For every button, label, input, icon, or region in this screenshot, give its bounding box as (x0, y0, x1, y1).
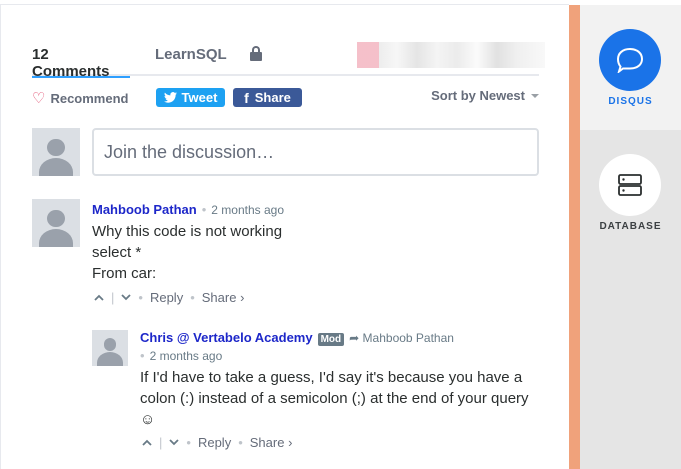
chevron-down-icon (531, 93, 539, 98)
comment-author[interactable]: Chris @ Vertabelo Academy (140, 330, 313, 345)
facebook-icon: f (244, 89, 249, 106)
reply-link[interactable]: Reply (150, 290, 183, 305)
facebook-share-button[interactable]: f Share (233, 88, 302, 107)
recommend-button[interactable]: ♡ Recommend (32, 89, 128, 107)
heart-icon: ♡ (32, 90, 46, 107)
comment-meta: • 2 months ago (140, 348, 223, 363)
comment-footer: | • Reply • Share › (142, 435, 292, 450)
recommend-label: Recommend (50, 90, 129, 106)
sort-label: Sort by Newest (431, 88, 525, 103)
tab-comments[interactable]: 12 Comments (32, 46, 130, 80)
tab-community[interactable]: LearnSQL (155, 46, 227, 63)
comment-header: Mahboob Pathan • 2 months ago (92, 202, 284, 217)
comment-timestamp[interactable]: 2 months ago (150, 349, 223, 363)
comment-footer: | • Reply • Share › (94, 290, 244, 305)
upvote-icon[interactable] (94, 294, 104, 301)
comments-panel: 12 Comments LearnSQL ♡ Recommend Tweet f… (0, 0, 569, 469)
mod-badge: Mod (317, 333, 345, 346)
join-discussion-input[interactable]: Join the discussion… (92, 128, 539, 176)
reply-arrow-icon: ➦ (349, 331, 360, 345)
comment-timestamp[interactable]: 2 months ago (211, 203, 284, 217)
upvote-icon[interactable] (142, 439, 152, 446)
database-icon (599, 154, 661, 216)
reply-to[interactable]: ➦ Mahboob Pathan (349, 331, 454, 345)
disqus-icon (599, 29, 661, 91)
reply-link[interactable]: Reply (198, 435, 231, 450)
sidebar-item-database[interactable]: DATABASE (580, 130, 681, 250)
tweet-label: Tweet (181, 90, 218, 105)
user-avatar-blurred[interactable] (357, 42, 545, 68)
avatar[interactable] (32, 199, 80, 247)
sidebar-accent-bar (569, 5, 580, 469)
lock-icon[interactable] (250, 46, 262, 61)
thread-actions: ♡ Recommend Tweet f Share Sort by Newest (32, 88, 539, 108)
sort-dropdown[interactable]: Sort by Newest (431, 88, 539, 103)
comment-line: Why this code is not working (92, 223, 283, 240)
comment-body: Why this code is not working select * Fr… (92, 221, 282, 284)
sidebar-item-disqus[interactable]: DISQUS (580, 5, 681, 130)
downvote-icon[interactable] (121, 294, 132, 301)
avatar[interactable] (92, 330, 128, 366)
comment-header: Chris @ Vertabelo Academy Mod ➦ Mahboob … (140, 330, 454, 346)
comment-author[interactable]: Mahboob Pathan (92, 202, 197, 217)
sidebar-item-label: DISQUS (608, 96, 653, 107)
current-user-avatar (32, 128, 80, 176)
share-link[interactable]: Share › (250, 435, 293, 450)
tweet-button[interactable]: Tweet (156, 88, 225, 107)
comment-line: select * (92, 244, 142, 261)
downvote-icon[interactable] (169, 439, 180, 446)
share-label: Share (254, 90, 291, 105)
share-link[interactable]: Share › (202, 290, 245, 305)
comment-body: If I'd have to take a guess, I'd say it'… (140, 369, 529, 428)
sidebar: DISQUS DATABASE (580, 5, 681, 469)
comment-line: From car: (92, 265, 157, 282)
sidebar-item-label: DATABASE (599, 221, 662, 232)
reply-to-author: Mahboob Pathan (362, 331, 454, 345)
twitter-icon (163, 92, 177, 103)
